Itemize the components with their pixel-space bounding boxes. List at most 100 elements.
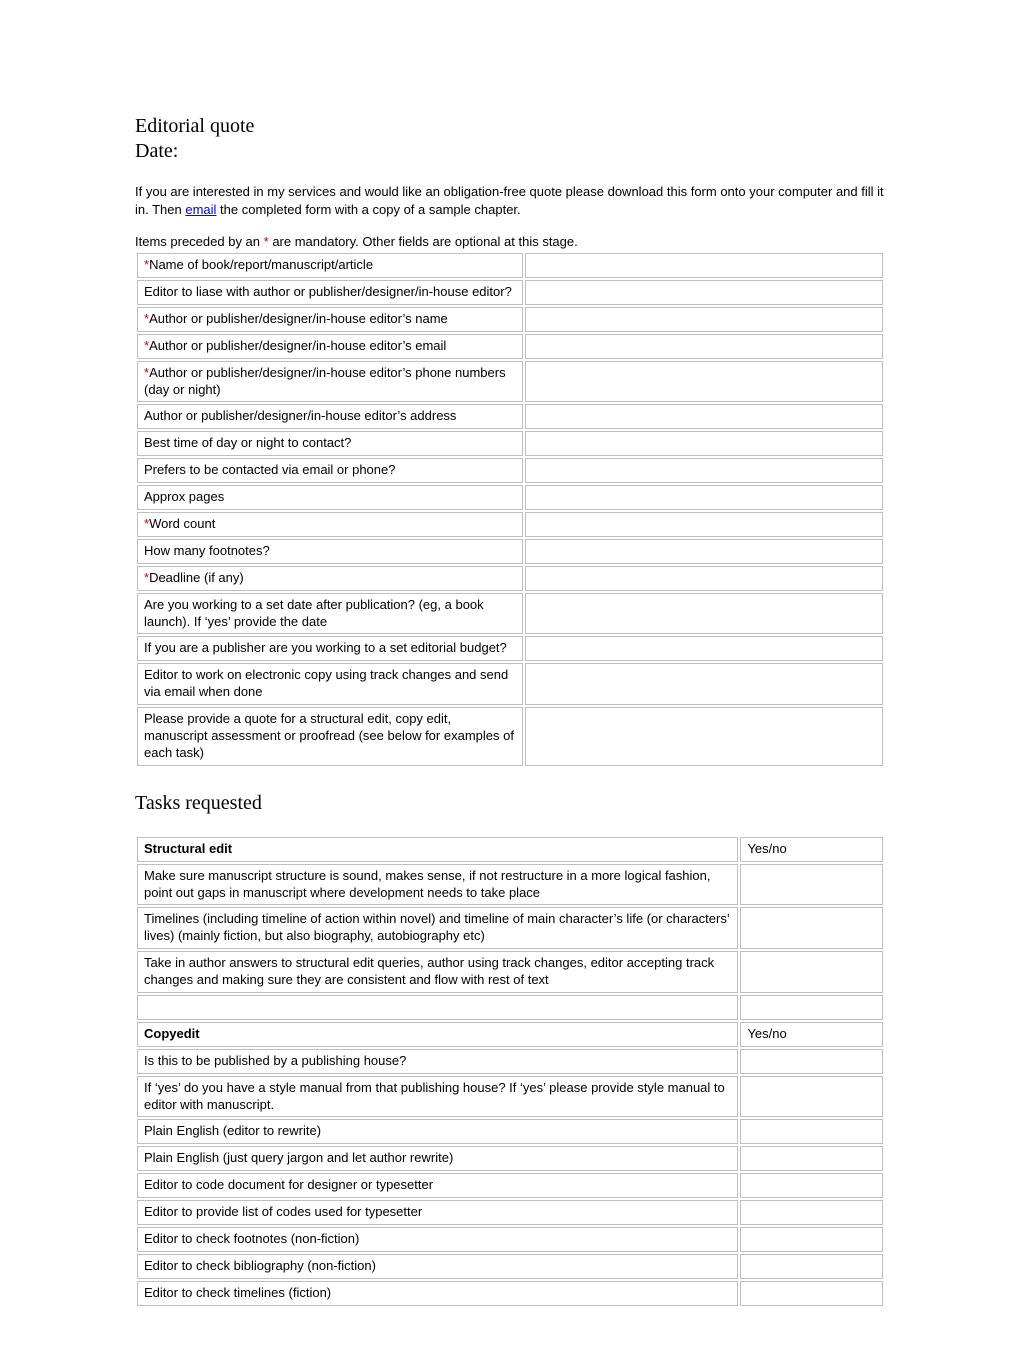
form-label-cell: Prefers to be contacted via email or pho… — [137, 458, 523, 483]
task-yn-cell[interactable] — [740, 1254, 883, 1279]
form-label-text: Deadline (if any) — [149, 570, 244, 585]
form-label-cell: *Author or publisher/designer/in-house e… — [137, 334, 523, 359]
task-row: Editor to check timelines (fiction) — [137, 1281, 883, 1306]
task-yn-cell[interactable] — [740, 1173, 883, 1198]
form-value-cell[interactable] — [525, 253, 883, 278]
form-label-cell: Please provide a quote for a structural … — [137, 707, 523, 766]
form-row: Editor to work on electronic copy using … — [137, 663, 883, 705]
form-value-cell[interactable] — [525, 663, 883, 705]
tasks-header: Tasks requested — [135, 792, 885, 815]
task-description: Is this to be published by a publishing … — [137, 1049, 738, 1074]
form-row: Please provide a quote for a structural … — [137, 707, 883, 766]
form-label-text: Best time of day or night to contact? — [144, 435, 351, 450]
task-row: Make sure manuscript structure is sound,… — [137, 864, 883, 906]
page-title: Editorial quote — [135, 115, 885, 138]
task-description: Make sure manuscript structure is sound,… — [137, 864, 738, 906]
form-label-text: Author or publisher/designer/in-house ed… — [144, 408, 456, 423]
task-yn-cell[interactable] — [740, 1076, 883, 1118]
task-description: Editor to check timelines (fiction) — [137, 1281, 738, 1306]
task-section-title: Copyedit — [137, 1022, 738, 1047]
email-link[interactable]: email — [185, 202, 216, 217]
form-value-cell[interactable] — [525, 707, 883, 766]
mandatory-note: Items preceded by an * are mandatory. Ot… — [135, 234, 885, 249]
spacer-cell — [137, 995, 738, 1020]
task-yn-cell[interactable] — [740, 1227, 883, 1252]
form-row: Editor to liase with author or publisher… — [137, 280, 883, 305]
form-row: *Deadline (if any) — [137, 566, 883, 591]
form-label-cell: *Name of book/report/manuscript/article — [137, 253, 523, 278]
task-description: If ‘yes’ do you have a style manual from… — [137, 1076, 738, 1118]
task-section-header-row: CopyeditYes/no — [137, 1022, 883, 1047]
page: Editorial quote Date: If you are interes… — [0, 0, 1020, 1368]
form-label-cell: Author or publisher/designer/in-house ed… — [137, 404, 523, 429]
task-row: Timelines (including timeline of action … — [137, 907, 883, 949]
form-label-text: Author or publisher/designer/in-house ed… — [149, 338, 446, 353]
form-label-text: How many footnotes? — [144, 543, 270, 558]
form-value-cell[interactable] — [525, 539, 883, 564]
intro-paragraph: If you are interested in my services and… — [135, 183, 885, 218]
form-row: Best time of day or night to contact? — [137, 431, 883, 456]
form-row: Are you working to a set date after publ… — [137, 593, 883, 635]
form-label-cell: *Author or publisher/designer/in-house e… — [137, 361, 523, 403]
form-value-cell[interactable] — [525, 307, 883, 332]
form-value-cell[interactable] — [525, 280, 883, 305]
form-label-cell: If you are a publisher are you working t… — [137, 636, 523, 661]
form-row: *Author or publisher/designer/in-house e… — [137, 334, 883, 359]
form-value-cell[interactable] — [525, 431, 883, 456]
task-row: Plain English (just query jargon and let… — [137, 1146, 883, 1171]
form-row: *Name of book/report/manuscript/article — [137, 253, 883, 278]
form-label-text: Prefers to be contacted via email or pho… — [144, 462, 395, 477]
task-description: Timelines (including timeline of action … — [137, 907, 738, 949]
form-label-cell: *Author or publisher/designer/in-house e… — [137, 307, 523, 332]
spacer-row — [137, 995, 883, 1020]
task-description: Plain English (editor to rewrite) — [137, 1119, 738, 1144]
form-label-text: Author or publisher/designer/in-house ed… — [149, 311, 448, 326]
form-label-cell: Approx pages — [137, 485, 523, 510]
task-yn-cell[interactable] — [740, 1146, 883, 1171]
form-value-cell[interactable] — [525, 404, 883, 429]
form-label-cell: Best time of day or night to contact? — [137, 431, 523, 456]
form-label-text: Editor to liase with author or publisher… — [144, 284, 512, 299]
task-yn-cell[interactable] — [740, 864, 883, 906]
form-row: *Word count — [137, 512, 883, 537]
form-row: Approx pages — [137, 485, 883, 510]
intro-text-after: the completed form with a copy of a samp… — [216, 202, 520, 217]
form-label-text: Please provide a quote for a structural … — [144, 711, 514, 760]
form-value-cell[interactable] — [525, 566, 883, 591]
form-row: If you are a publisher are you working t… — [137, 636, 883, 661]
task-row: If ‘yes’ do you have a style manual from… — [137, 1076, 883, 1118]
form-value-cell[interactable] — [525, 636, 883, 661]
form-row: *Author or publisher/designer/in-house e… — [137, 361, 883, 403]
mandatory-after: are mandatory. Other fields are optional… — [269, 234, 578, 249]
task-row: Is this to be published by a publishing … — [137, 1049, 883, 1074]
form-value-cell[interactable] — [525, 512, 883, 537]
task-row: Editor to check footnotes (non-fiction) — [137, 1227, 883, 1252]
form-row: Prefers to be contacted via email or pho… — [137, 458, 883, 483]
form-label-text: Word count — [149, 516, 215, 531]
form-value-cell[interactable] — [525, 458, 883, 483]
form-label-cell: Are you working to a set date after publ… — [137, 593, 523, 635]
task-yn-cell[interactable] — [740, 1281, 883, 1306]
form-label-text: Name of book/report/manuscript/article — [149, 257, 373, 272]
task-yn-header: Yes/no — [740, 1022, 883, 1047]
form-value-cell[interactable] — [525, 334, 883, 359]
task-description: Take in author answers to structural edi… — [137, 951, 738, 993]
task-yn-cell[interactable] — [740, 907, 883, 949]
form-label-text: Author or publisher/designer/in-house ed… — [144, 365, 506, 397]
form-value-cell[interactable] — [525, 485, 883, 510]
task-yn-cell[interactable] — [740, 1119, 883, 1144]
form-value-cell[interactable] — [525, 361, 883, 403]
task-row: Editor to check bibliography (non-fictio… — [137, 1254, 883, 1279]
task-yn-cell[interactable] — [740, 1049, 883, 1074]
form-label-cell: *Word count — [137, 512, 523, 537]
task-yn-cell[interactable] — [740, 1200, 883, 1225]
task-section-header-row: Structural editYes/no — [137, 837, 883, 862]
form-row: How many footnotes? — [137, 539, 883, 564]
form-label-text: Are you working to a set date after publ… — [144, 597, 484, 629]
task-yn-cell[interactable] — [740, 951, 883, 993]
task-row: Plain English (editor to rewrite) — [137, 1119, 883, 1144]
form-label-cell: How many footnotes? — [137, 539, 523, 564]
form-value-cell[interactable] — [525, 593, 883, 635]
task-row: Editor to code document for designer or … — [137, 1173, 883, 1198]
form-label-text: Approx pages — [144, 489, 224, 504]
